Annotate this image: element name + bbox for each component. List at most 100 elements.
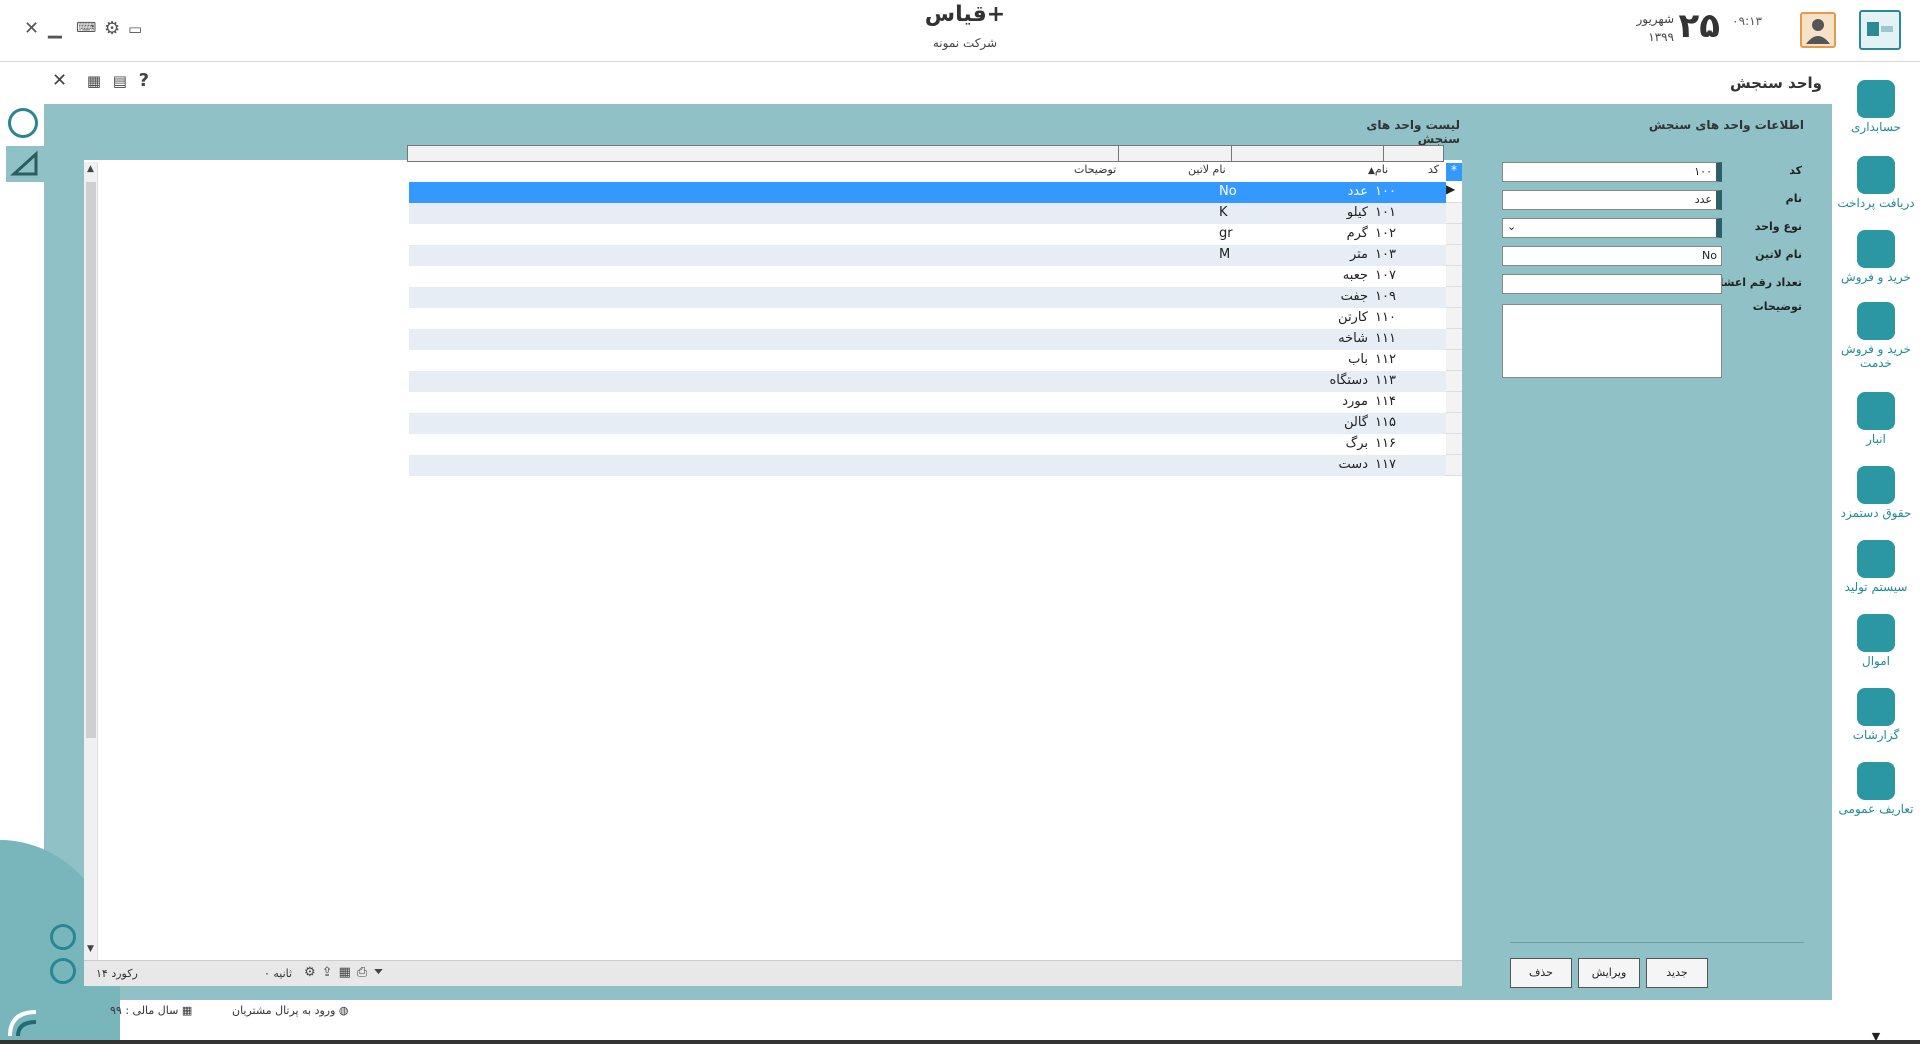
fiscal-year[interactable]: سال مالی : ۹۹ xyxy=(110,1004,178,1017)
row-selector[interactable] xyxy=(1446,329,1462,350)
edit-button[interactable]: ویرایش xyxy=(1578,958,1640,988)
user-avatar[interactable] xyxy=(1800,12,1836,48)
company-name: شرکت نمونه xyxy=(932,36,998,50)
description-field[interactable] xyxy=(1502,304,1722,378)
record-count: ۱۴ رکورد xyxy=(96,967,138,980)
row-selector[interactable] xyxy=(1446,434,1462,455)
cell-code: ۱۰۲ xyxy=(1375,226,1396,241)
scroll-up-icon[interactable]: ▲ xyxy=(87,164,94,174)
col-header-code[interactable]: کد xyxy=(1428,163,1439,181)
sidebar-item-trade[interactable]: خرید و فروش xyxy=(1832,230,1920,284)
row-selector[interactable] xyxy=(1446,371,1462,392)
customer-portal-link[interactable]: ورود به پرتال مشتریان xyxy=(232,1004,335,1017)
table-row[interactable]: ۱۱۰ کارتن xyxy=(409,308,1446,329)
cell-name: جعبه xyxy=(1342,268,1368,283)
form-divider xyxy=(1510,942,1804,943)
table-row[interactable]: ۱۱۴ مورد xyxy=(409,392,1446,413)
calendar-icon[interactable]: ▤ xyxy=(113,72,127,90)
payment-icon xyxy=(1857,156,1895,194)
table-row[interactable]: ۱۰۷ جعبه xyxy=(409,266,1446,287)
sidebar-item-payroll[interactable]: حقوق دستمزد xyxy=(1832,466,1920,520)
col-header-latin[interactable]: نام لاتین xyxy=(1188,163,1226,181)
table-row[interactable]: ۱۱۱ شاخه xyxy=(409,329,1446,350)
new-row-icon[interactable]: * xyxy=(1446,163,1462,181)
sidebar-item-reports[interactable]: گزارشات xyxy=(1832,688,1920,742)
cell-name: دستگاه xyxy=(1329,373,1368,388)
cell-code: ۱۰۷ xyxy=(1375,268,1396,283)
cell-code: ۱۱۶ xyxy=(1375,436,1396,451)
name-field[interactable]: عدد xyxy=(1502,190,1722,210)
sidebar-item-service[interactable]: خرید و فروش خدمت xyxy=(1832,302,1920,370)
app-logo-icon[interactable] xyxy=(1859,10,1901,50)
help-icon[interactable]: ? xyxy=(139,70,149,91)
grid-settings-icon[interactable]: ⚙ xyxy=(304,965,322,980)
decimal-digits-field[interactable] xyxy=(1502,274,1722,294)
row-selector[interactable] xyxy=(1446,413,1462,434)
latin-name-field[interactable]: No xyxy=(1502,246,1722,266)
print-icon[interactable] xyxy=(50,958,76,984)
ruler-icon xyxy=(10,150,38,176)
grid-scrollbar[interactable] xyxy=(84,162,98,960)
table-row[interactable]: ۱۱۳ دستگاه xyxy=(409,371,1446,392)
table-icon[interactable]: ▦ xyxy=(339,965,357,980)
chevron-down-icon[interactable]: ⌄ xyxy=(1507,220,1516,233)
sidebar-item-warehouse[interactable]: انبار xyxy=(1832,392,1920,446)
sidebar-item-assets[interactable]: اموال xyxy=(1832,614,1920,668)
row-selector[interactable] xyxy=(1446,203,1462,224)
cell-name: باب xyxy=(1348,352,1368,367)
app-title: قیاس+ xyxy=(924,2,1006,27)
col-header-name[interactable]: ▲نام xyxy=(1368,163,1388,181)
filter-icon[interactable]: ⏷ xyxy=(373,965,389,980)
row-selector[interactable] xyxy=(1446,224,1462,245)
unit-type-select[interactable]: ⌄ xyxy=(1502,218,1722,238)
cell-code: ۱۱۱ xyxy=(1375,331,1396,346)
scroll-down-icon[interactable]: ▼ xyxy=(87,944,94,954)
sidebar-item-label: دریافت پرداخت xyxy=(1837,196,1915,210)
table-row[interactable]: ۱۱۶ برگ xyxy=(409,434,1446,455)
new-button[interactable]: جدید xyxy=(1646,958,1708,988)
row-selector[interactable] xyxy=(1446,287,1462,308)
row-selector[interactable] xyxy=(1446,350,1462,371)
table-row[interactable]: ۱۱۵ گالن xyxy=(409,413,1446,434)
grid-print-icon[interactable]: ⎙ xyxy=(357,965,373,980)
cell-code: ۱۰۱ xyxy=(1375,205,1396,220)
cell-name: دست xyxy=(1338,457,1368,472)
refresh-icon[interactable] xyxy=(8,108,38,138)
row-selector[interactable] xyxy=(1446,455,1462,476)
table-row[interactable]: ۱۰۰ عدد No xyxy=(409,182,1446,203)
delete-button[interactable]: حذف xyxy=(1510,958,1572,988)
table-row[interactable]: ۱۰۹ جفت xyxy=(409,287,1446,308)
row-selector[interactable] xyxy=(1446,266,1462,287)
sidebar-item-definitions[interactable]: تعاریف عمومی xyxy=(1832,762,1920,816)
col-header-desc[interactable]: توضیحات xyxy=(1074,163,1116,181)
row-selector[interactable] xyxy=(1446,308,1462,329)
close-page-icon[interactable]: ✕ xyxy=(52,70,67,91)
export-icon[interactable]: ⇪ xyxy=(322,965,339,980)
calendar-status-icon: ▦ xyxy=(181,1004,193,1017)
reports-icon xyxy=(1857,688,1895,726)
sidebar-item-accounting[interactable]: حسابداری xyxy=(1832,80,1920,134)
code-field[interactable]: ۱۰۰ xyxy=(1502,162,1722,182)
table-row[interactable]: ۱۱۷ دست xyxy=(409,455,1446,476)
row-selector[interactable]: ▶ xyxy=(1446,182,1462,203)
page-toolbar xyxy=(0,62,1832,104)
clock: ۰۹:۱۳ xyxy=(1732,14,1762,28)
group-header-row xyxy=(407,145,1444,162)
table-row[interactable]: ۱۰۳ متر M xyxy=(409,245,1446,266)
cell-code: ۱۱۳ xyxy=(1375,373,1396,388)
scroll-thumb[interactable] xyxy=(86,182,96,738)
table-row[interactable]: ۱۱۲ باب xyxy=(409,350,1446,371)
warehouse-icon xyxy=(1857,392,1895,430)
table-row[interactable]: ۱۰۱ کیلو K xyxy=(409,203,1446,224)
sidebar-item-production[interactable]: سیستم تولید xyxy=(1832,540,1920,594)
exit-icon[interactable] xyxy=(50,924,76,950)
row-selector[interactable] xyxy=(1446,392,1462,413)
cell-latin: gr xyxy=(1219,226,1233,241)
cell-name: جفت xyxy=(1340,289,1368,304)
table-row[interactable]: ۱۰۲ گرم gr xyxy=(409,224,1446,245)
grid-icon[interactable]: ▦ xyxy=(87,72,101,90)
ruler-tab[interactable] xyxy=(6,146,44,182)
row-selector[interactable] xyxy=(1446,245,1462,266)
cell-code: ۱۰۹ xyxy=(1375,289,1396,304)
sidebar-item-payment[interactable]: دریافت پرداخت xyxy=(1832,156,1920,210)
